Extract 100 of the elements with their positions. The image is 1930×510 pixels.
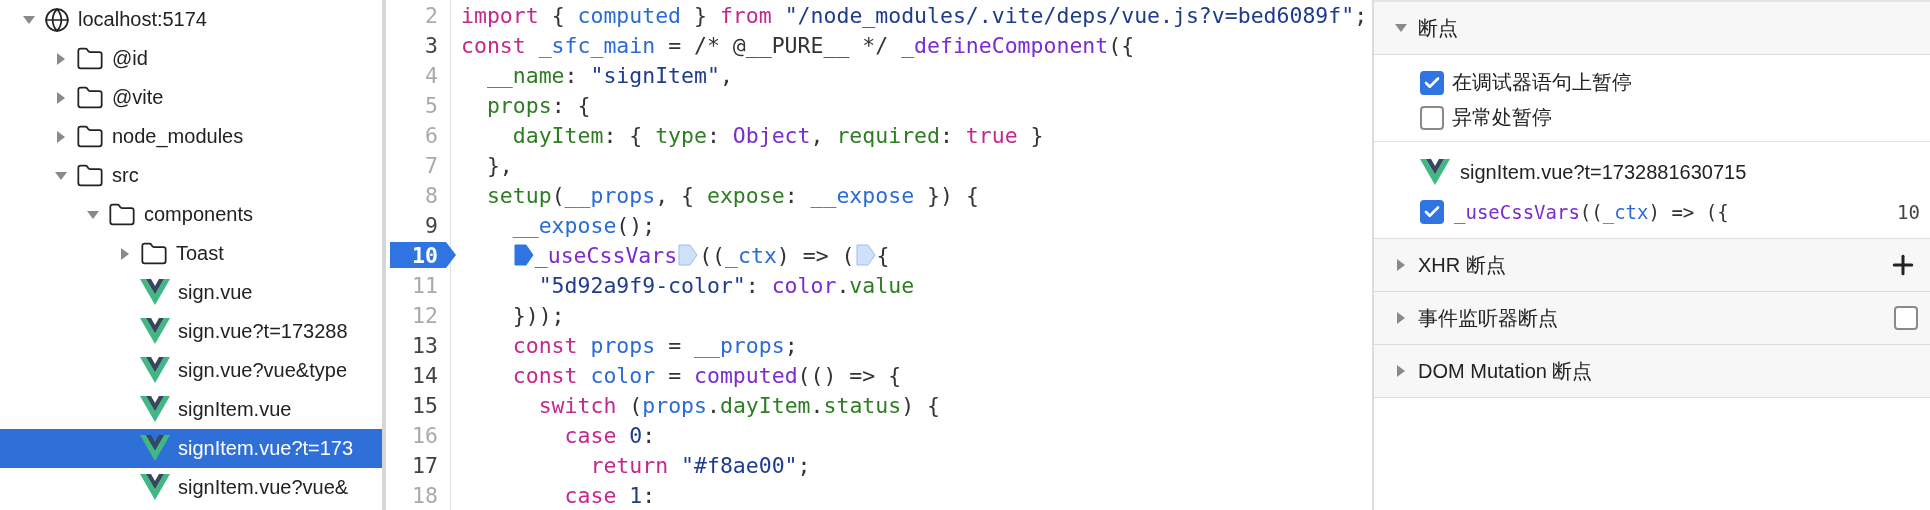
code-token: : bbox=[642, 422, 656, 448]
tree-item[interactable]: signItem.vue bbox=[0, 390, 382, 429]
checkbox[interactable] bbox=[1420, 200, 1444, 224]
code-token: status bbox=[823, 392, 902, 418]
breakpoint-line-number: 10 bbox=[1897, 201, 1920, 223]
code-token: const bbox=[461, 32, 527, 58]
code-token: case bbox=[564, 482, 618, 508]
vue-icon bbox=[140, 474, 170, 501]
code-token: 0 bbox=[629, 422, 643, 448]
code-token: const bbox=[512, 362, 579, 388]
line-number[interactable]: 15 bbox=[412, 392, 450, 418]
code-token: "5d92a9f9-color" bbox=[538, 272, 746, 298]
tree-item[interactable]: src bbox=[0, 156, 382, 195]
section-header[interactable]: XHR 断点 bbox=[1374, 239, 1930, 292]
code-token: _useCssVars bbox=[534, 242, 678, 268]
tree-item[interactable]: sign.vue?vue&type bbox=[0, 351, 382, 390]
code-token: setup bbox=[486, 182, 552, 208]
checkbox[interactable] bbox=[1420, 105, 1444, 130]
code-token: : bbox=[642, 482, 656, 508]
code-token: ; bbox=[797, 452, 811, 478]
code-token: import bbox=[461, 2, 539, 28]
line-number[interactable]: 17 bbox=[412, 452, 450, 478]
code-token: props bbox=[486, 92, 552, 118]
tree-item[interactable]: signItem.vue?vue& bbox=[0, 468, 382, 507]
code-token: . bbox=[707, 392, 720, 418]
code-token: case bbox=[564, 422, 618, 448]
tree-item[interactable]: sign.vue bbox=[0, 273, 382, 312]
line-number[interactable]: 13 bbox=[412, 332, 450, 358]
option-label: 在调试器语句上暂停 bbox=[1452, 70, 1632, 95]
code-token: _ctx bbox=[725, 242, 777, 268]
code-token: : bbox=[939, 122, 954, 148]
code-token: : { bbox=[603, 122, 644, 148]
column-breakpoint-icon[interactable] bbox=[513, 243, 534, 267]
option-label: 异常处暂停 bbox=[1452, 105, 1552, 130]
checkbox[interactable] bbox=[1420, 70, 1444, 95]
breakpoint-file: signItem.vue?t=1732881630715 bbox=[1460, 160, 1747, 184]
code-token: : bbox=[745, 272, 760, 298]
code-token: props bbox=[642, 392, 707, 418]
code-token: }, bbox=[486, 152, 513, 178]
code-token: __expose bbox=[810, 182, 915, 208]
section-header[interactable]: 断点 bbox=[1374, 0, 1930, 55]
code-token: _defineComponent bbox=[901, 32, 1109, 58]
tree-item[interactable]: @vite bbox=[0, 78, 382, 117]
globe-icon bbox=[44, 6, 70, 33]
line-number[interactable]: 3 bbox=[425, 32, 450, 58]
code-token: (( bbox=[699, 242, 726, 268]
code-token: { bbox=[876, 242, 890, 268]
code-token: const bbox=[512, 332, 579, 358]
code-token: })); bbox=[512, 302, 565, 328]
code-token: dayItem bbox=[719, 392, 811, 418]
code-token: = bbox=[668, 362, 683, 388]
code-token: = /* @__PURE__ */ bbox=[668, 32, 890, 58]
code-token: : bbox=[706, 122, 721, 148]
tree-item[interactable]: localhost:5174 bbox=[0, 0, 382, 39]
tree-item[interactable]: Toast bbox=[0, 234, 382, 273]
line-number[interactable]: 9 bbox=[425, 212, 450, 238]
section-title: 事件监听器断点 bbox=[1418, 305, 1559, 331]
code-token: type bbox=[655, 122, 707, 148]
code-token: , { bbox=[655, 182, 696, 208]
section-header[interactable]: DOM Mutation 断点 bbox=[1374, 345, 1930, 398]
tree-item[interactable]: signItem.vue?t=173 bbox=[0, 429, 382, 468]
code-token: } bbox=[1030, 122, 1044, 148]
tree-item[interactable]: node_modules bbox=[0, 117, 382, 156]
tree-item[interactable]: sign.vue?t=173288 bbox=[0, 312, 382, 351]
section-title: XHR 断点 bbox=[1418, 252, 1507, 278]
breakpoint-flag-icon[interactable] bbox=[390, 242, 456, 268]
section-header[interactable]: 事件监听器断点 bbox=[1374, 292, 1930, 345]
code-token: . bbox=[836, 272, 850, 298]
section-title: DOM Mutation 断点 bbox=[1418, 358, 1594, 384]
code-token: computed bbox=[694, 362, 798, 388]
vue-icon bbox=[140, 279, 170, 306]
code-token: dayItem bbox=[512, 122, 604, 148]
code-token: : bbox=[564, 62, 579, 88]
code-token: computed bbox=[577, 2, 682, 28]
code-token: , bbox=[719, 62, 733, 88]
code-token: }) { bbox=[927, 182, 979, 208]
code-token: ( bbox=[551, 182, 565, 208]
breakpoint-code: _useCssVars((_ctx) => ({ bbox=[1454, 201, 1730, 223]
code-token: ( bbox=[629, 392, 643, 418]
code-token: = bbox=[668, 332, 683, 358]
code-token: ; bbox=[784, 332, 798, 358]
section-title: 断点 bbox=[1418, 15, 1459, 41]
code-token: , bbox=[810, 122, 825, 148]
code-token: ({ bbox=[1108, 32, 1135, 58]
code-token: : { bbox=[551, 92, 591, 118]
code-token: : bbox=[784, 182, 799, 208]
code-token: __props bbox=[694, 332, 785, 358]
code-token: true bbox=[965, 122, 1018, 148]
code-token: value bbox=[849, 272, 915, 298]
code-token: return bbox=[590, 452, 670, 478]
code-token: __expose bbox=[512, 212, 617, 238]
code-token: (); bbox=[616, 212, 656, 238]
code-token: __props bbox=[564, 182, 656, 208]
line-number[interactable]: 14 bbox=[412, 362, 450, 388]
tree-item[interactable]: @id bbox=[0, 39, 382, 78]
tree-item[interactable]: components bbox=[0, 195, 382, 234]
code-token: 1 bbox=[629, 482, 643, 508]
code-token: color bbox=[590, 362, 656, 388]
checkbox[interactable] bbox=[1894, 306, 1918, 330]
code-token: color bbox=[771, 272, 837, 298]
